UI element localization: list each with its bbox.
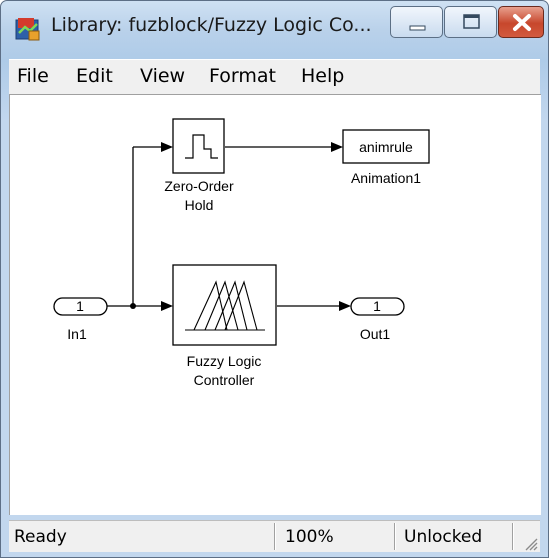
inport-label: In1 (67, 326, 87, 342)
animation-block-label: Animation1 (351, 170, 421, 186)
menu-bar: File Edit View Format Help (9, 59, 540, 94)
simulink-app-icon[interactable] (15, 16, 41, 42)
status-bar: Ready 100% Unlocked (9, 520, 540, 552)
maximize-button[interactable] (444, 6, 497, 38)
status-separator (512, 523, 513, 550)
arrow-controller-input (161, 301, 173, 311)
close-button[interactable] (498, 6, 544, 38)
arrow-animation-input (331, 142, 343, 152)
title-bar[interactable]: Library: fuzblock/Fuzzy Logic Co... (1, 1, 548, 59)
arrow-hold-input (161, 142, 173, 152)
fuzzy-controller-label-2: Controller (194, 372, 255, 388)
close-icon (513, 14, 531, 31)
minimize-button[interactable] (390, 6, 443, 38)
maximize-icon (463, 14, 480, 29)
outport-number: 1 (373, 298, 381, 314)
status-state: Ready (14, 527, 67, 547)
fuzzy-logic-controller-block[interactable] (172, 264, 277, 346)
menu-format[interactable]: Format (209, 65, 276, 87)
block-diagram: Zero-Order Hold animrule Animation1 1 In… (53, 118, 430, 388)
resize-grip-icon[interactable] (522, 535, 538, 551)
arrow-out1-input (339, 301, 351, 311)
minimize-icon (409, 25, 426, 31)
zero-order-hold-label-1: Zero-Order (164, 178, 234, 194)
menu-view[interactable]: View (140, 65, 185, 87)
branch-point (130, 303, 136, 309)
simulink-library-window: Library: fuzblock/Fuzzy Logic Co... File… (0, 0, 549, 558)
menu-edit[interactable]: Edit (76, 65, 113, 87)
zero-order-hold-block[interactable] (172, 118, 225, 174)
menu-file[interactable]: File (17, 65, 49, 87)
animation-block-text: animrule (359, 139, 413, 155)
menu-help[interactable]: Help (301, 65, 344, 87)
status-separator (394, 523, 395, 550)
zero-order-hold-label-2: Hold (185, 197, 214, 213)
status-zoom: 100% (285, 527, 334, 547)
status-lock: Unlocked (404, 527, 483, 547)
inport-number: 1 (76, 298, 84, 314)
status-separator (274, 523, 275, 550)
window-title: Library: fuzblock/Fuzzy Logic Co... (51, 14, 372, 36)
fuzzy-controller-label-1: Fuzzy Logic (187, 353, 262, 369)
outport-label: Out1 (360, 326, 391, 342)
